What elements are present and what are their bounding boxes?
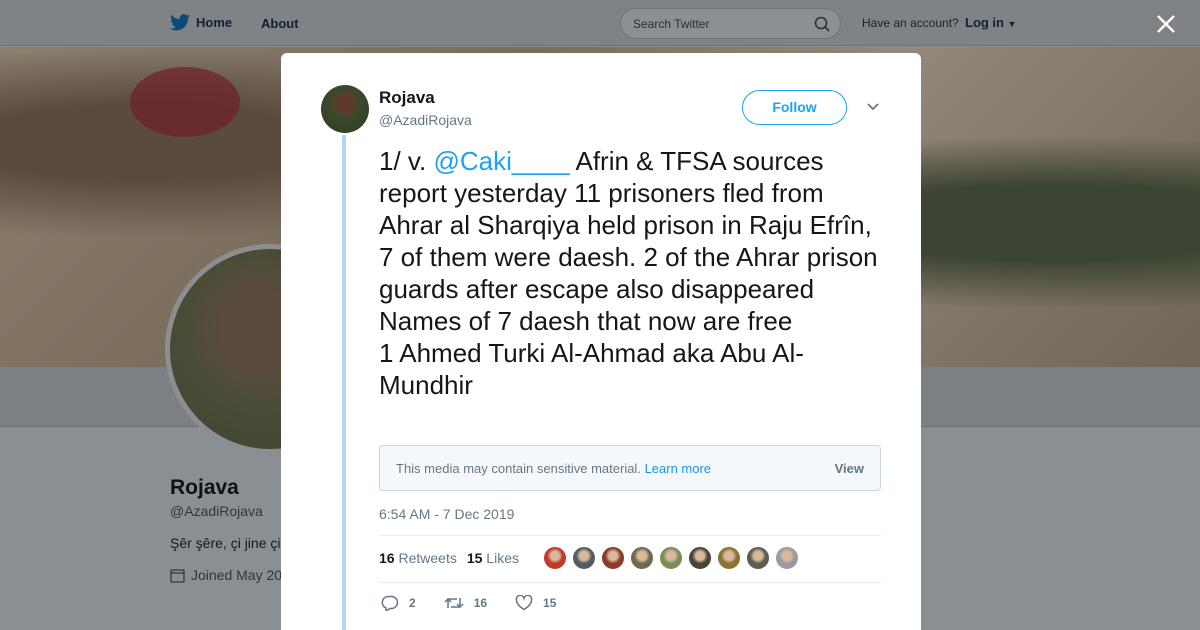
retweet-action[interactable]: 16 bbox=[444, 595, 487, 611]
follow-button[interactable]: Follow bbox=[742, 90, 847, 125]
search-icon[interactable] bbox=[814, 16, 830, 32]
profile-name: Rojava bbox=[170, 476, 239, 499]
retweets-count: 16 bbox=[379, 550, 395, 566]
sensitive-message: This media may contain sensitive materia… bbox=[396, 461, 711, 476]
reply-count: 2 bbox=[409, 596, 416, 610]
chevron-down-icon[interactable] bbox=[866, 102, 880, 112]
tweet-author-handle[interactable]: @AzadiRojava bbox=[379, 112, 472, 128]
learn-more-link[interactable]: Learn more bbox=[645, 461, 711, 476]
tweet-author-name[interactable]: Rojava bbox=[379, 88, 435, 108]
view-media-button[interactable]: View bbox=[835, 461, 864, 476]
liker-avatar[interactable] bbox=[717, 546, 741, 570]
tweet-author-avatar[interactable] bbox=[321, 85, 369, 133]
close-icon[interactable] bbox=[1152, 10, 1180, 38]
search-input[interactable]: Search Twitter bbox=[620, 8, 841, 39]
liker-avatar[interactable] bbox=[572, 546, 596, 570]
retweets-label: Retweets bbox=[398, 550, 457, 566]
top-navigation-bar: Home About Search Twitter Have an accoun… bbox=[0, 0, 1200, 46]
nav-home-label: Home bbox=[196, 15, 233, 30]
heart-icon bbox=[515, 595, 533, 611]
liker-avatar[interactable] bbox=[746, 546, 770, 570]
profile-handle[interactable]: @AzadiRojava bbox=[170, 503, 263, 519]
liker-avatar[interactable] bbox=[659, 546, 683, 570]
liker-avatars bbox=[543, 546, 799, 570]
login-link[interactable]: Log in ▼ bbox=[965, 15, 1017, 30]
retweets-stat[interactable]: 16 Retweets bbox=[379, 550, 457, 566]
banner-photo-detail bbox=[130, 67, 240, 137]
tweet-text-body: Afrin & TFSA sources report yesterday 11… bbox=[379, 146, 878, 400]
likes-count: 15 bbox=[466, 550, 483, 566]
profile-joined: Joined May 20 bbox=[170, 567, 282, 583]
twitter-bird-icon bbox=[170, 14, 190, 31]
tweet-modal: Rojava @AzadiRojava Follow 1/ v. @Caki__… bbox=[281, 53, 921, 630]
tweet-text-prefix: 1/ v. bbox=[379, 146, 434, 176]
likes-label: Likes bbox=[486, 550, 519, 566]
reply-icon bbox=[381, 595, 399, 611]
tweet-stats: 16 Retweets 15 Likes bbox=[379, 550, 519, 566]
liker-avatar[interactable] bbox=[630, 546, 654, 570]
nav-home-link[interactable]: Home bbox=[170, 14, 232, 31]
login-label: Log in bbox=[965, 15, 1004, 30]
liker-avatar[interactable] bbox=[775, 546, 799, 570]
divider bbox=[379, 582, 881, 583]
profile-joined-text: Joined May 20 bbox=[191, 567, 283, 583]
retweet-action-count: 16 bbox=[473, 596, 488, 610]
tweet-text: 1/ v. @Caki____ Afrin & TFSA sources rep… bbox=[379, 145, 879, 401]
dropdown-caret-icon: ▼ bbox=[1007, 19, 1017, 29]
like-action[interactable]: 15 bbox=[515, 595, 556, 611]
tweet-actions: 2 16 15 bbox=[381, 595, 584, 611]
tweet-timestamp[interactable]: 6:54 AM - 7 Dec 2019 bbox=[379, 506, 514, 522]
like-action-count: 15 bbox=[543, 596, 557, 610]
search-placeholder: Search Twitter bbox=[633, 17, 710, 31]
liker-avatar[interactable] bbox=[543, 546, 567, 570]
have-account-text: Have an account? bbox=[862, 16, 959, 30]
likes-stat[interactable]: 15 Likes bbox=[467, 550, 519, 566]
liker-avatar[interactable] bbox=[601, 546, 625, 570]
divider bbox=[379, 535, 881, 536]
sensitive-media-notice: This media may contain sensitive materia… bbox=[379, 445, 881, 491]
reply-action[interactable]: 2 bbox=[381, 595, 416, 611]
liker-avatar[interactable] bbox=[688, 546, 712, 570]
thread-line bbox=[342, 135, 346, 630]
retweet-icon bbox=[444, 597, 464, 609]
nav-about-link[interactable]: About bbox=[261, 16, 299, 31]
sensitive-message-text: This media may contain sensitive materia… bbox=[396, 461, 641, 476]
profile-bio: Şêr şêre, çi jine çi bbox=[170, 535, 281, 551]
mention-link[interactable]: @Caki____ bbox=[433, 146, 569, 176]
calendar-icon bbox=[170, 568, 185, 583]
